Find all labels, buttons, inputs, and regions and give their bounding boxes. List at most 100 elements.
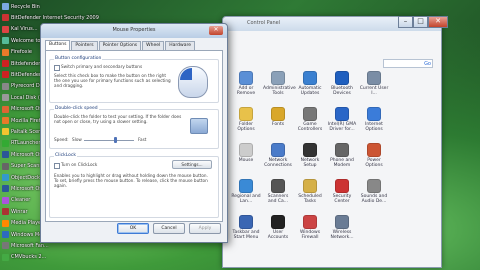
control-panel-item-label: Folder Options bbox=[237, 122, 255, 132]
clicklock-checkbox[interactable] bbox=[54, 163, 60, 169]
control-panel-item[interactable]: Phone and Modem bbox=[327, 143, 357, 168]
control-panel-item-label: Scanners and Ca... bbox=[267, 194, 289, 204]
control-panel-item-label: Security Center bbox=[332, 194, 352, 204]
desktop-icon-image bbox=[2, 151, 9, 159]
desktop-icon-label: Microsoft Fan... bbox=[11, 242, 49, 249]
control-panel-item[interactable]: Power Options bbox=[359, 143, 389, 168]
control-panel-item[interactable]: Sounds and Audio De... bbox=[359, 179, 389, 204]
tab-buttons[interactable]: Buttons bbox=[45, 40, 71, 50]
control-panel-item-label: Automatic Updates bbox=[298, 86, 322, 96]
desktop-icon-image bbox=[2, 219, 9, 227]
control-panel-item[interactable]: Administrative Tools bbox=[263, 71, 296, 96]
control-panel-item-label: Taskbar and Start Menu bbox=[232, 230, 260, 240]
control-panel-item-icon bbox=[271, 179, 285, 193]
go-button[interactable]: Go bbox=[424, 60, 431, 68]
fast-label: Fast bbox=[138, 137, 147, 142]
desktop-icon-label: Media Player bbox=[11, 220, 44, 227]
speed-slider-thumb[interactable] bbox=[113, 137, 117, 143]
desktop-icon[interactable]: BitDefender Internet Security 2009 bbox=[2, 13, 99, 22]
desktop-icon[interactable]: Plyrecord DC bbox=[2, 82, 43, 91]
control-panel-item[interactable]: Internet Options bbox=[359, 107, 389, 132]
control-panel-item-label: Intel(R) GMA Driver for... bbox=[327, 122, 357, 132]
close-button[interactable]: ✕ bbox=[428, 16, 448, 28]
control-panel-item[interactable]: Wireless Network... bbox=[327, 215, 357, 240]
control-panel-item[interactable]: User Accounts bbox=[263, 215, 293, 240]
button-config-heading: Button configuration bbox=[54, 56, 103, 61]
desktop-icon-label: Recycle Bin bbox=[11, 3, 40, 10]
desktop-icon-label: BitDefender Internet Security 2009 bbox=[11, 14, 99, 21]
desktop-icon[interactable]: Media Player bbox=[2, 219, 43, 228]
switch-buttons-label[interactable]: Switch primary and secondary buttons bbox=[61, 64, 171, 69]
tab-pointer-options[interactable]: Pointer Options bbox=[98, 41, 142, 50]
control-panel-item[interactable]: Regional and Lan... bbox=[231, 179, 261, 204]
control-panel-item[interactable]: Security Center bbox=[327, 179, 357, 204]
control-panel-item-label: Power Options bbox=[365, 158, 383, 168]
control-panel-item[interactable]: Mouse bbox=[231, 143, 261, 163]
desktop-icon-image bbox=[2, 25, 9, 33]
control-panel-item-label: Sounds and Audio De... bbox=[360, 194, 388, 204]
tab-pointers[interactable]: Pointers bbox=[71, 41, 98, 50]
control-panel-item[interactable]: Folder Options bbox=[231, 107, 261, 132]
control-panel-item[interactable]: Windows Firewall bbox=[295, 215, 325, 240]
control-panel-item-icon bbox=[271, 143, 285, 157]
control-panel-item[interactable]: Add or Remove bbox=[231, 71, 261, 96]
control-panel-item[interactable]: Bluetooth Devices bbox=[327, 71, 357, 96]
desktop-icon[interactable]: Bitdefender... bbox=[2, 59, 45, 68]
desktop-icon-image bbox=[2, 185, 9, 193]
switch-buttons-checkbox[interactable] bbox=[54, 65, 60, 71]
control-panel-item[interactable]: Scanners and Ca... bbox=[263, 179, 293, 204]
control-panel-item[interactable]: Game Controllers bbox=[295, 107, 325, 132]
ok-button[interactable]: OK bbox=[117, 223, 149, 234]
dialog-close-button[interactable]: ✕ bbox=[209, 26, 223, 35]
mouse-image bbox=[178, 66, 208, 98]
maximize-button[interactable]: □ bbox=[413, 16, 428, 28]
desktop-icon-label: Plyrecord DC bbox=[11, 83, 44, 90]
cancel-button[interactable]: Cancel bbox=[153, 223, 185, 234]
address-bar[interactable]: Go bbox=[383, 59, 433, 68]
desktop-icon-image bbox=[2, 128, 9, 136]
control-panel-item[interactable]: Taskbar and Start Menu bbox=[231, 215, 261, 240]
control-panel-item[interactable]: Intel(R) GMA Driver for... bbox=[327, 107, 357, 132]
test-folder-icon[interactable] bbox=[190, 118, 208, 134]
desktop-icon[interactable]: RTLauncher bbox=[2, 139, 40, 148]
double-click-description: Double-click the folder to test your set… bbox=[54, 114, 182, 124]
desktop-icon-label: ObjectDock bbox=[11, 174, 40, 181]
apply-button[interactable]: Apply bbox=[189, 223, 221, 234]
desktop-icon[interactable]: Paltalk Scene bbox=[2, 127, 44, 136]
control-panel-item[interactable]: Current User I... bbox=[359, 71, 389, 96]
control-panel-item-icon bbox=[367, 107, 381, 121]
clicklock-settings-button[interactable]: Settings... bbox=[172, 160, 212, 169]
control-panel-item[interactable]: Network Setup bbox=[295, 143, 325, 168]
control-panel-item[interactable]: Automatic Updates bbox=[295, 71, 325, 96]
control-panel-item[interactable]: Network Connections bbox=[263, 143, 293, 168]
minimize-button[interactable]: – bbox=[398, 16, 413, 28]
desktop-icon-image bbox=[2, 14, 9, 22]
control-panel-item[interactable]: Scheduled Tasks bbox=[295, 179, 325, 204]
control-panel-item[interactable]: Fonts bbox=[263, 107, 293, 127]
desktop-icon[interactable]: Kal Virus... bbox=[2, 25, 38, 34]
desktop-icon-image bbox=[2, 196, 9, 204]
control-panel-item-label: Wireless Network... bbox=[330, 230, 354, 240]
desktop-icon[interactable]: ObjectDock bbox=[2, 173, 40, 182]
clicklock-label[interactable]: Turn on ClickLock bbox=[61, 162, 97, 167]
control-panel-item-label: Regional and Lan... bbox=[231, 194, 261, 204]
desktop-icon[interactable]: CMVbucks 2... bbox=[2, 253, 46, 262]
desktop-icon-image bbox=[2, 3, 9, 10]
desktop-icon[interactable]: Recycle Bin bbox=[2, 2, 40, 11]
control-panel-item-label: Bluetooth Devices bbox=[331, 86, 353, 96]
desktop-icon[interactable]: Winrar bbox=[2, 207, 28, 216]
tab-wheel[interactable]: Wheel bbox=[142, 41, 165, 50]
slow-label: Slow bbox=[72, 137, 82, 142]
desktop-icon-image bbox=[2, 253, 9, 261]
control-panel-item-icon bbox=[239, 107, 253, 121]
desktop-icon[interactable]: Firefoxie bbox=[2, 48, 32, 57]
tab-hardware[interactable]: Hardware bbox=[165, 41, 195, 50]
control-panel-item-label: Mouse bbox=[238, 158, 254, 163]
dialog-titlebar[interactable]: Mouse Properties ✕ bbox=[41, 24, 227, 38]
desktop-icon-image bbox=[2, 231, 9, 238]
desktop-icon-label: Firefoxie bbox=[11, 49, 33, 56]
speed-slider-track[interactable] bbox=[84, 140, 134, 141]
desktop-icon[interactable]: Cleaner bbox=[2, 196, 30, 205]
control-panel-item-label: Fonts bbox=[271, 122, 285, 127]
control-panel-item-label: Add or Remove bbox=[236, 86, 256, 96]
